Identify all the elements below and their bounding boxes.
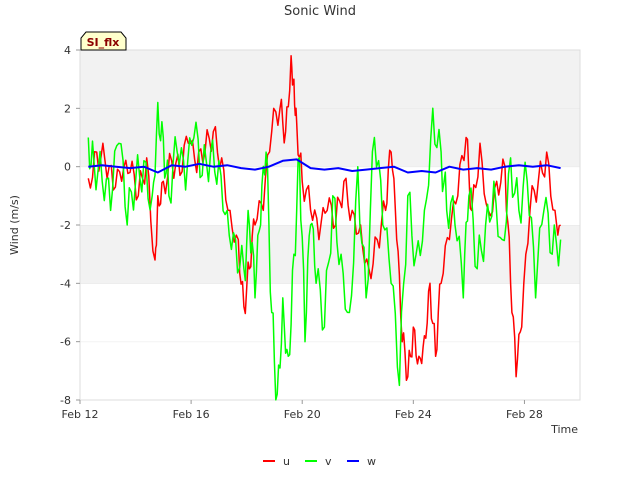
legend-label-u: u bbox=[283, 455, 290, 468]
y-tick-label: -8 bbox=[60, 394, 71, 407]
grid-band bbox=[80, 283, 580, 342]
y-tick-labels: -8 -6 -4 -2 0 2 4 bbox=[60, 44, 80, 407]
x-tick-label: Feb 20 bbox=[284, 408, 321, 421]
y-tick-label: -4 bbox=[60, 277, 71, 290]
legend-label-v: v bbox=[325, 455, 332, 468]
x-tick-label: Feb 16 bbox=[173, 408, 210, 421]
grid-band bbox=[80, 50, 580, 109]
grid-band bbox=[80, 341, 580, 400]
legend-label-w: w bbox=[367, 455, 376, 468]
x-tick-label: Feb 28 bbox=[506, 408, 543, 421]
background-bands bbox=[80, 49, 580, 400]
y-tick-label: 4 bbox=[64, 44, 71, 57]
legend: u v w bbox=[263, 455, 376, 468]
y-axis-title: Wind (m/s) bbox=[8, 195, 21, 255]
chart-title: Sonic Wind bbox=[284, 4, 356, 19]
chart-canvas: Sonic Wind -8 -6 -4 -2 0 2 4 Feb 12 Feb 16 Feb 2… bbox=[8, 4, 581, 468]
x-tick-label: Feb 24 bbox=[395, 408, 432, 421]
y-tick-label: 0 bbox=[64, 161, 71, 174]
badge-label: SI_flx bbox=[87, 36, 120, 49]
x-tick-label: Feb 12 bbox=[62, 408, 99, 421]
x-axis-title: Time bbox=[550, 423, 578, 436]
y-tick-label: -2 bbox=[60, 219, 71, 232]
badge: SI_flx bbox=[80, 31, 127, 51]
x-tick-labels: Feb 12 Feb 16 Feb 20 Feb 24 Feb 28 bbox=[62, 400, 543, 421]
y-tick-label: 2 bbox=[64, 102, 71, 115]
y-tick-label: -6 bbox=[60, 336, 71, 349]
